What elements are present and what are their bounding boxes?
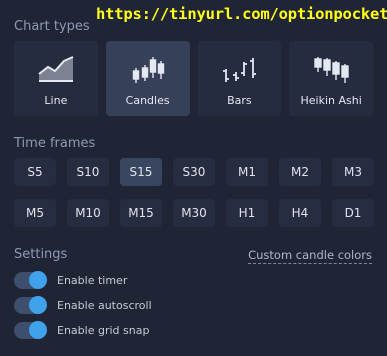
- enable-timer-toggle[interactable]: [14, 271, 47, 289]
- timeframe-d1[interactable]: D1: [332, 199, 374, 227]
- chart-types-title: Chart types: [14, 19, 90, 34]
- enable-timer-label: Enable timer: [57, 274, 128, 287]
- timeframe-m10[interactable]: M10: [67, 199, 109, 227]
- candles-chart-icon: [132, 57, 164, 83]
- enable-grid-snap-toggle[interactable]: [14, 321, 47, 339]
- enable-grid-snap-label: Enable grid snap: [57, 324, 150, 337]
- watermark-url: https://tinyurl.com/optionpocket: [96, 5, 387, 23]
- chart-type-heikin-ashi[interactable]: Heikin Ashi: [289, 41, 373, 116]
- timeframe-m5[interactable]: M5: [14, 199, 56, 227]
- timeframe-m30[interactable]: M30: [173, 199, 215, 227]
- timeframe-h1[interactable]: H1: [226, 199, 268, 227]
- chart-type-bars-label: Bars: [227, 94, 252, 107]
- timeframe-s5[interactable]: S5: [14, 158, 56, 186]
- toggle-knob: [29, 271, 47, 289]
- toggle-knob: [29, 296, 47, 314]
- chart-type-heikin-ashi-label: Heikin Ashi: [300, 94, 362, 107]
- toggle-knob: [29, 321, 47, 339]
- timeframe-s30[interactable]: S30: [173, 158, 215, 186]
- enable-autoscroll-label: Enable autoscroll: [57, 299, 152, 312]
- chart-type-line[interactable]: Line: [14, 41, 98, 116]
- heikin-ashi-chart-icon: [314, 57, 349, 83]
- setting-enable-grid-snap: Enable grid snap: [14, 321, 150, 339]
- bars-chart-icon: [223, 58, 257, 82]
- timeframe-h4[interactable]: H4: [279, 199, 321, 227]
- timeframe-m3[interactable]: M3: [332, 158, 374, 186]
- line-chart-icon: [38, 56, 74, 82]
- settings-title: Settings: [14, 247, 68, 262]
- timeframe-m1[interactable]: M1: [226, 158, 268, 186]
- time-frames-title: Time frames: [14, 136, 96, 151]
- setting-enable-timer: Enable timer: [14, 271, 128, 289]
- enable-autoscroll-toggle[interactable]: [14, 296, 47, 314]
- chart-type-bars[interactable]: Bars: [197, 41, 282, 116]
- chart-types-list: Line Candles Bars Heikin Ashi: [14, 41, 373, 116]
- time-frames-grid: S5 S10 S15 S30 M1 M2 M3 M5 M10 M15 M30 H…: [14, 158, 374, 227]
- custom-candle-colors-link[interactable]: Custom candle colors: [248, 248, 372, 264]
- chart-type-candles[interactable]: Candles: [105, 41, 190, 116]
- setting-enable-autoscroll: Enable autoscroll: [14, 296, 152, 314]
- chart-type-candles-label: Candles: [125, 94, 170, 107]
- timeframe-m15[interactable]: M15: [120, 199, 162, 227]
- timeframe-s15[interactable]: S15: [120, 158, 162, 186]
- timeframe-s10[interactable]: S10: [67, 158, 109, 186]
- timeframe-m2[interactable]: M2: [279, 158, 321, 186]
- chart-type-line-label: Line: [44, 94, 68, 107]
